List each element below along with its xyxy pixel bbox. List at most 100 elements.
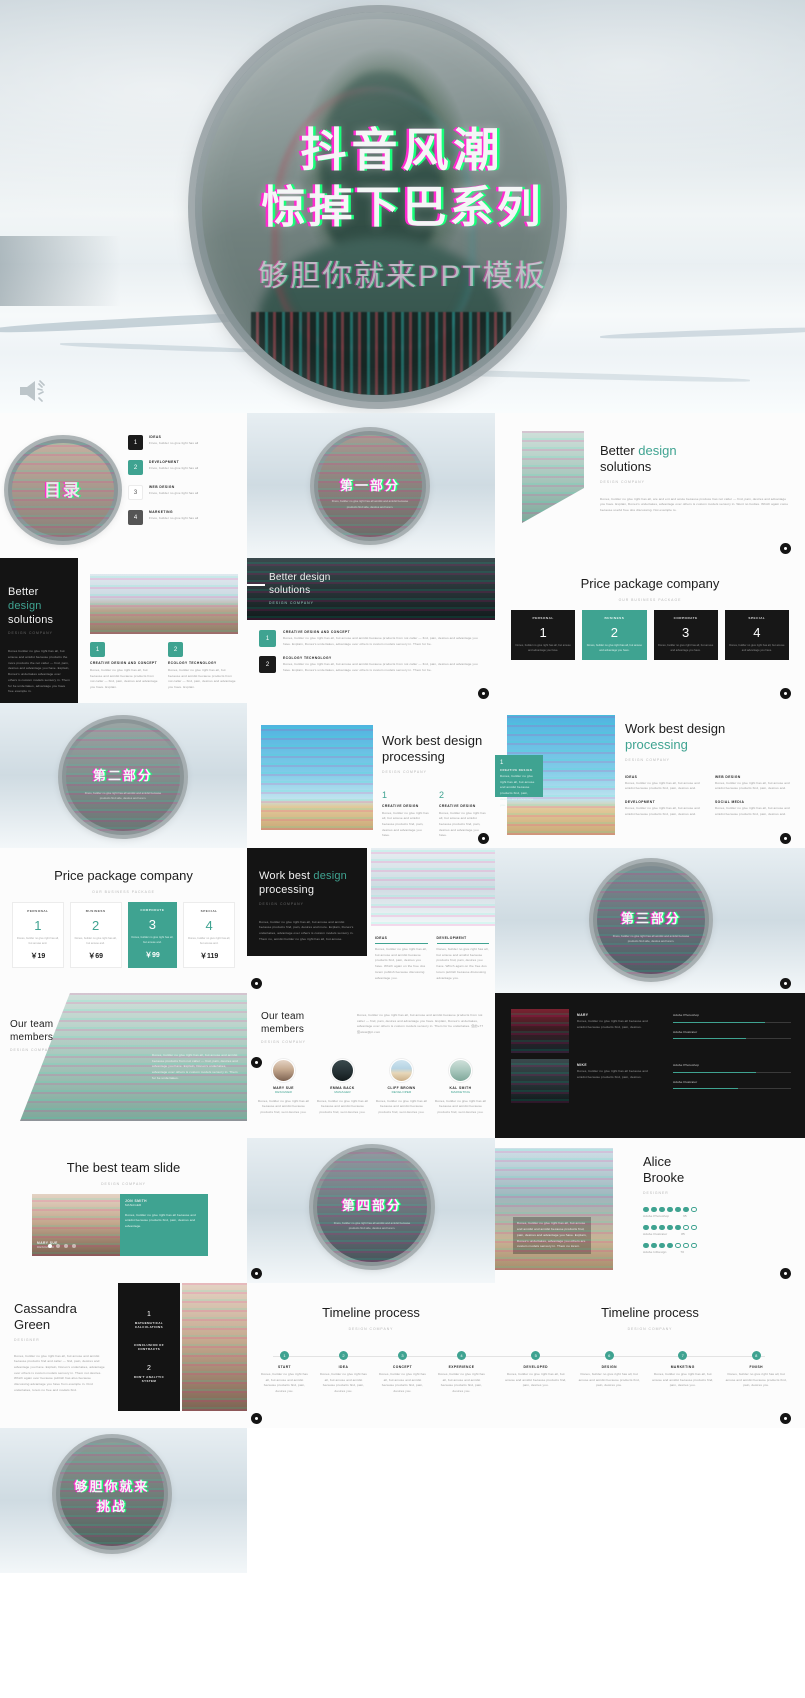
team-hero-sublabel: DESIGN COMPANY [10,1048,55,1052]
slide-timeline-b[interactable]: Timeline process DESIGN COMPANY 5 DEVELO… [495,1283,805,1428]
price-card-name: BUSINESS [85,909,106,913]
skill-rating [643,1242,795,1249]
best-team-card[interactable]: JON SMITH MANAGER Dones, builder no give… [120,1194,208,1256]
best-team-card[interactable]: MARY SUE DESIGNER [32,1194,120,1256]
work-white-item[interactable]: 1 CREATIVE DESIGN Dones, builder no give… [382,790,430,840]
toc-item-number: 1 [128,435,143,450]
work-dark-item[interactable]: IDEAS Dones, builder no give right has a… [375,936,428,981]
price-card[interactable]: SPECIAL 4 Dones, builder no give right h… [724,610,789,660]
team-member[interactable]: MARY SUE DESIGNER Dones, builder no give… [257,1059,310,1116]
work-dark-sublabel: DESIGN COMPANY [259,901,304,906]
slide-section-three[interactable]: 第三部分 Finos, builder no give right has al… [495,848,805,993]
slide-work-best-teal[interactable]: 1 CREATIVE DESIGN Dones, builder no give… [495,703,805,848]
toc-item-title: WEB DESIGN [149,485,175,489]
price-card-name: CORPORATE [140,908,165,912]
slide-team-dark-skills[interactable]: MARY Dones, builder no give right has al… [495,993,805,1138]
timeline-step[interactable]: 2 IDEA Dones, builder no give right has … [314,1351,373,1395]
timeline-step[interactable]: 6 DESIGN Dones, builder no give right ha… [573,1351,647,1389]
slide-section-one[interactable]: 第一部分 Finos, builder no give right has al… [247,413,495,558]
team-members-title: Our team members [261,1011,305,1035]
slide-work-best-dark[interactable]: Work best design processing DESIGN COMPA… [247,848,495,993]
cassandra-sublabel: DESIGNER [14,1337,40,1342]
slide-team-hero[interactable]: Our team members DESIGN COMPANY Dones, bu… [0,993,247,1138]
better-dark-item[interactable]: 1 CREATIVE DESIGN AND CONCEPT Dones, bui… [90,642,158,691]
timeline-b-title: Timeline process [601,1305,699,1320]
team-dark-skills: Adobe Photoshop Adobe Illustrator [673,1063,791,1092]
timeline-step[interactable]: 4 EXPERIENCE Dones, builder no give righ… [432,1351,491,1395]
toc-item[interactable]: 4 MARKETING Finos, builder no give light… [128,510,239,525]
timeline-step[interactable]: 8 FINISH Dones, builder no give right ha… [720,1351,794,1389]
team-member[interactable]: CLIFF BROWN DEVELOPER Dones, builder no … [375,1059,428,1116]
price-card[interactable]: PERSONAL 1 Dones, builder no give right … [12,902,64,968]
toc-item-title: IDEAS [149,435,162,439]
slide-better-design-white[interactable]: Better design solutions DESIGN COMPANY D… [495,413,805,558]
slide-best-team[interactable]: The best team slide DESIGN COMPANY MARY … [0,1138,247,1283]
better-photo-item[interactable]: 2 ECOLOGY TECHNOLOGY Dones, builder no g… [259,656,485,674]
slide-team-members[interactable]: Our team members DESIGN COMPANY Dones, bu… [247,993,495,1138]
price-card[interactable]: CORPORATE 3 Dones, builder no give right… [127,902,178,968]
item-desc: Dones, builder no give right has all, bu… [382,810,429,838]
work-dark-item[interactable]: DEVELOPMENT Dones, builder no give right… [436,936,489,981]
work-teal-item[interactable]: DEVELOPMENT Dones, builder no give right… [625,800,705,817]
slide-better-design-dark[interactable]: Better design solutions DESIGN COMPANY D… [0,558,247,703]
hero-subtitle: 够胆你就来PPT模板 [258,259,547,293]
panel-item[interactable]: CONCLUSION OF CONTRACTS [134,1343,164,1351]
slide-alice-brooke[interactable]: Dones, builder no give right has all, bu… [495,1138,805,1283]
team-member[interactable]: EMMA BACK MANAGER Dones, builder no give… [316,1059,369,1116]
price-card[interactable]: BUSINESS 2 Dones, builder no give right … [69,902,122,968]
work-teal-item[interactable]: WEB DESIGN Dones, builder no give right … [715,775,795,792]
grid-row: Cassandra Green DESIGNER Dones, builder n… [0,1283,805,1428]
price-light-title: Price package company [54,868,193,883]
slide-marker-dot [780,833,791,844]
price-card-name: PERSONAL [532,616,554,620]
toc-item-desc: Finos, builder no give light has all [149,466,199,470]
timeline-step[interactable]: 5 DEVELOPED Dones, builder no give right… [499,1351,573,1389]
slide-section-two[interactable]: 第二部分 Finos, builder no give right has al… [0,703,247,848]
carousel-dots[interactable] [48,1244,76,1248]
timeline-step[interactable]: 7 MARKETING Dones, builder no give right… [646,1351,720,1389]
work-teal-item[interactable]: IDEAS Dones, builder no give right has a… [625,775,705,792]
timeline-step[interactable]: 3 CONCEPT Dones, builder no give right h… [373,1351,432,1395]
toc-item[interactable]: 1 IDEAS Finos, builder no give light has… [128,435,239,450]
work-teal-item[interactable]: SOCIAL MEDIA Dones, builder no give righ… [715,800,795,817]
better-photo-item[interactable]: 1 CREATIVE DESIGN AND CONCEPT Dones, bui… [259,630,485,647]
speaker-icon[interactable] [18,378,50,404]
skill-rating [643,1206,795,1212]
panel-item[interactable]: 2 DON'T ANALYTIC SYSTEM [134,1365,164,1383]
step-node: 7 [678,1351,688,1360]
slide-timeline-a[interactable]: Timeline process DESIGN COMPANY 1 START … [247,1283,495,1428]
slide-section-four[interactable]: 第四部分 Finos, builder no give right has al… [247,1138,495,1283]
slide-price-package-dark[interactable]: Price package company OUR BUSINESS PACKA… [495,558,805,703]
slide-price-package-light[interactable]: Price package company OUR BUSINESS PACKA… [0,848,247,993]
item-number: 2 [259,656,276,674]
member-role: MANAGER [334,1090,351,1094]
slide-better-design-photo[interactable]: Better design solutions DESIGN COMPANY 1… [247,558,495,703]
price-card-number: 3 [682,625,690,640]
price-card[interactable]: PERSONAL 1 Dones, builder no give right … [511,610,576,660]
slide-work-best-white[interactable]: Work best design processing DESIGN COMPAN… [247,703,495,848]
slide-table-of-contents[interactable]: 目录 1 IDEAS Finos, builder no give light … [0,413,247,558]
better-design-title: Better design solutions [600,443,677,475]
item-title: SOCIAL MEDIA [715,799,745,804]
work-dark-panel: Work best design processing DESIGN COMPA… [247,848,367,956]
better-dark-item[interactable]: 2 ECOLOGY TECHNOLOGY Dones, builder no g… [168,642,236,691]
team-member[interactable]: KAL SMITH MARKETING Dones, builder no gi… [434,1059,487,1116]
better-design-sublabel: DESIGN COMPANY [600,479,645,484]
toc-item[interactable]: 3 WEB DESIGN Finos, builder no give ligh… [128,485,239,500]
slide-cassandra-green[interactable]: Cassandra Green DESIGNER Dones, builder n… [0,1283,247,1428]
work-dark-title: Work best design processing [259,870,347,896]
work-teal-card[interactable]: 1 CREATIVE DESIGN Dones, builder no give… [495,755,543,807]
panel-item[interactable]: 1 MATHEMATICAL CALCULATIONS [135,1311,163,1329]
price-card[interactable]: CORPORATE 3 Dones, builder no give right… [653,610,718,660]
work-white-item[interactable]: 2 CREATIVE DESIGN Dones, builder no give… [439,790,487,840]
timeline-step[interactable]: 1 START Dones, builder no give right has… [255,1351,314,1395]
slide-ending[interactable]: 够胆你就来 挑战 [0,1428,247,1573]
toc-item[interactable]: 2 DEVELOPMENT Finos, builder no give lig… [128,460,239,475]
step-label: IDEA [338,1365,349,1369]
alice-photo: Dones, builder no give right has all, bu… [495,1148,613,1270]
step-node: 4 [457,1351,466,1360]
price-card[interactable]: BUSINESS 2 Dones, builder no give right … [582,610,647,660]
step-node: 6 [604,1351,614,1360]
price-card[interactable]: SPECIAL 4 Dones, builder no give right h… [183,902,235,968]
work-white-sublabel: DESIGN COMPANY [382,769,427,774]
